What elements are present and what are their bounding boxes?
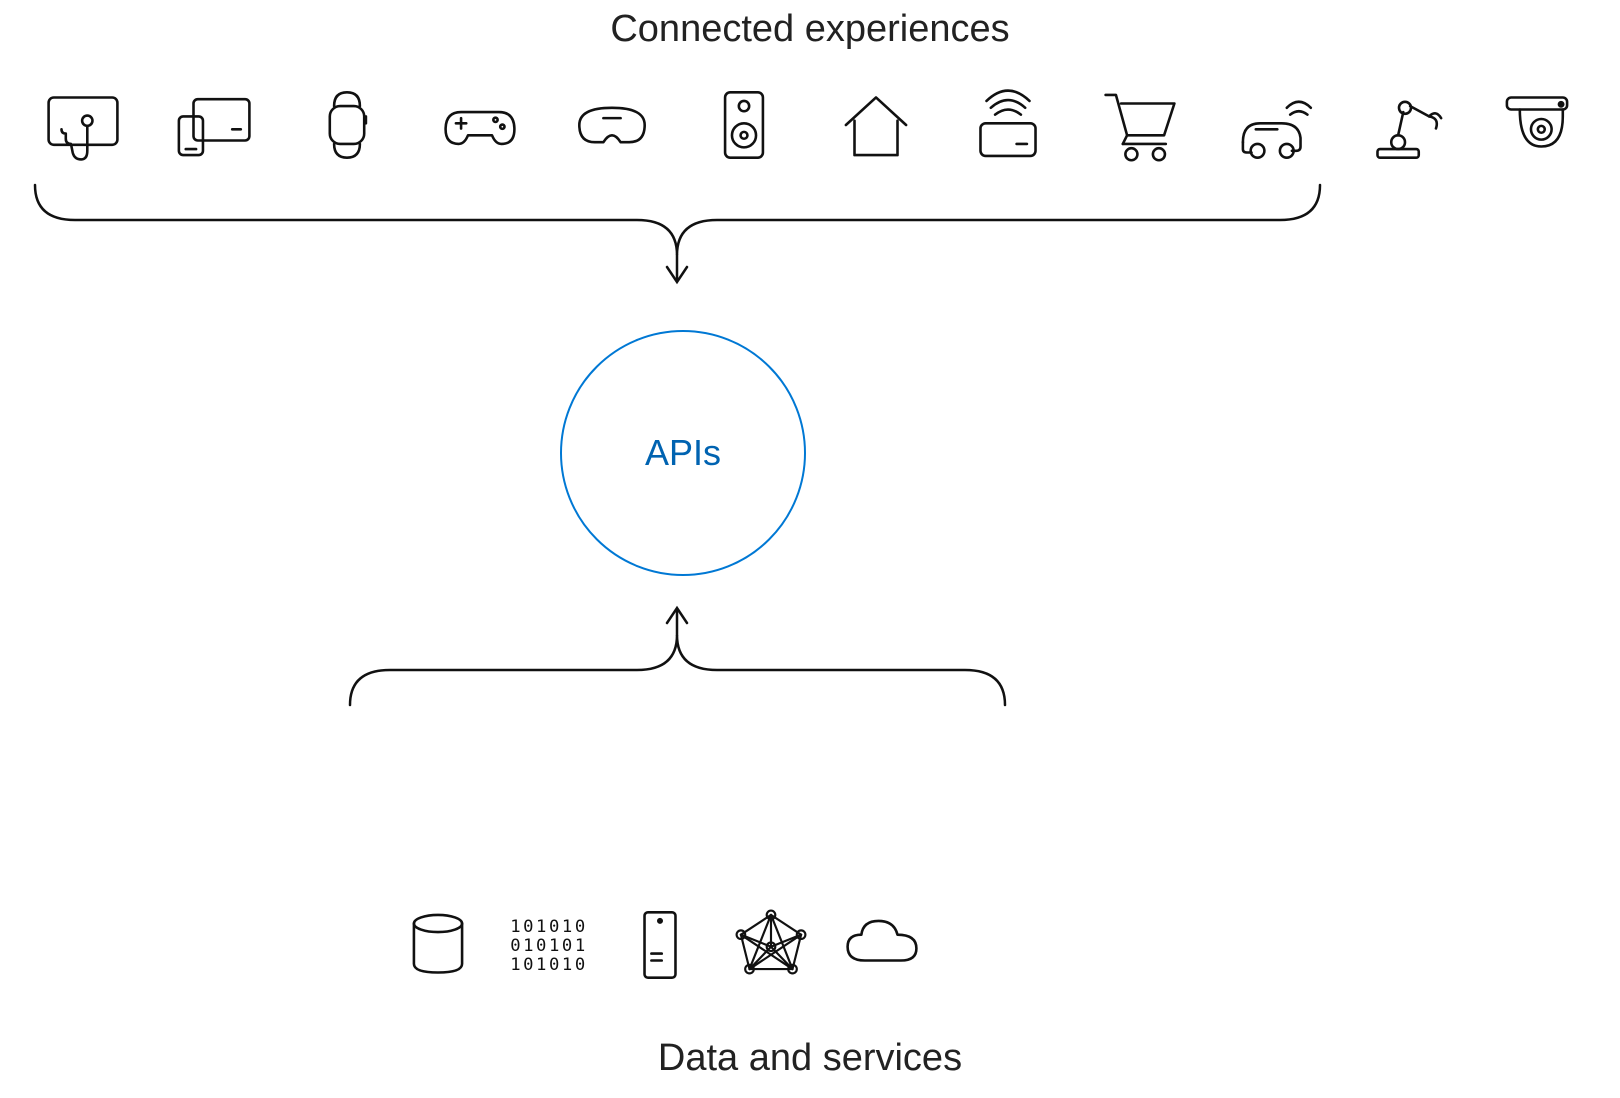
shopping-cart-icon: [1097, 82, 1183, 168]
connected-car-icon: [1230, 82, 1316, 168]
svg-text:010101: 010101: [510, 936, 588, 956]
top-title: Connected experiences: [0, 8, 1620, 51]
touch-device-icon: [40, 82, 126, 168]
robot-arm-icon: [1362, 82, 1448, 168]
bottom-title: Data and services: [0, 1037, 1620, 1080]
apis-label: APIs: [645, 432, 721, 474]
brace-top: [30, 185, 1325, 285]
devices-icon-row: [40, 80, 1580, 170]
home-icon: [833, 82, 919, 168]
apis-circle: APIs: [560, 330, 806, 576]
server-icon: [617, 902, 703, 988]
contactless-pay-icon: [965, 82, 1051, 168]
binary-data-icon: 101010 010101 101010: [506, 902, 592, 988]
smartwatch-icon: [304, 82, 390, 168]
network-graph-icon: [728, 902, 814, 988]
speaker-icon: [701, 82, 787, 168]
game-controller-icon: [437, 82, 523, 168]
database-icon: [395, 902, 481, 988]
multi-device-icon: [172, 82, 258, 168]
svg-text:101010: 101010: [510, 917, 588, 937]
cloud-icon: [839, 902, 925, 988]
brace-bottom: [345, 605, 1010, 705]
svg-text:101010: 101010: [510, 955, 588, 975]
vr-headset-icon: [569, 82, 655, 168]
diagram-canvas: Connected experiences: [0, 0, 1620, 1098]
security-camera-icon: [1494, 82, 1580, 168]
services-icon-row: 101010 010101 101010: [395, 902, 925, 988]
